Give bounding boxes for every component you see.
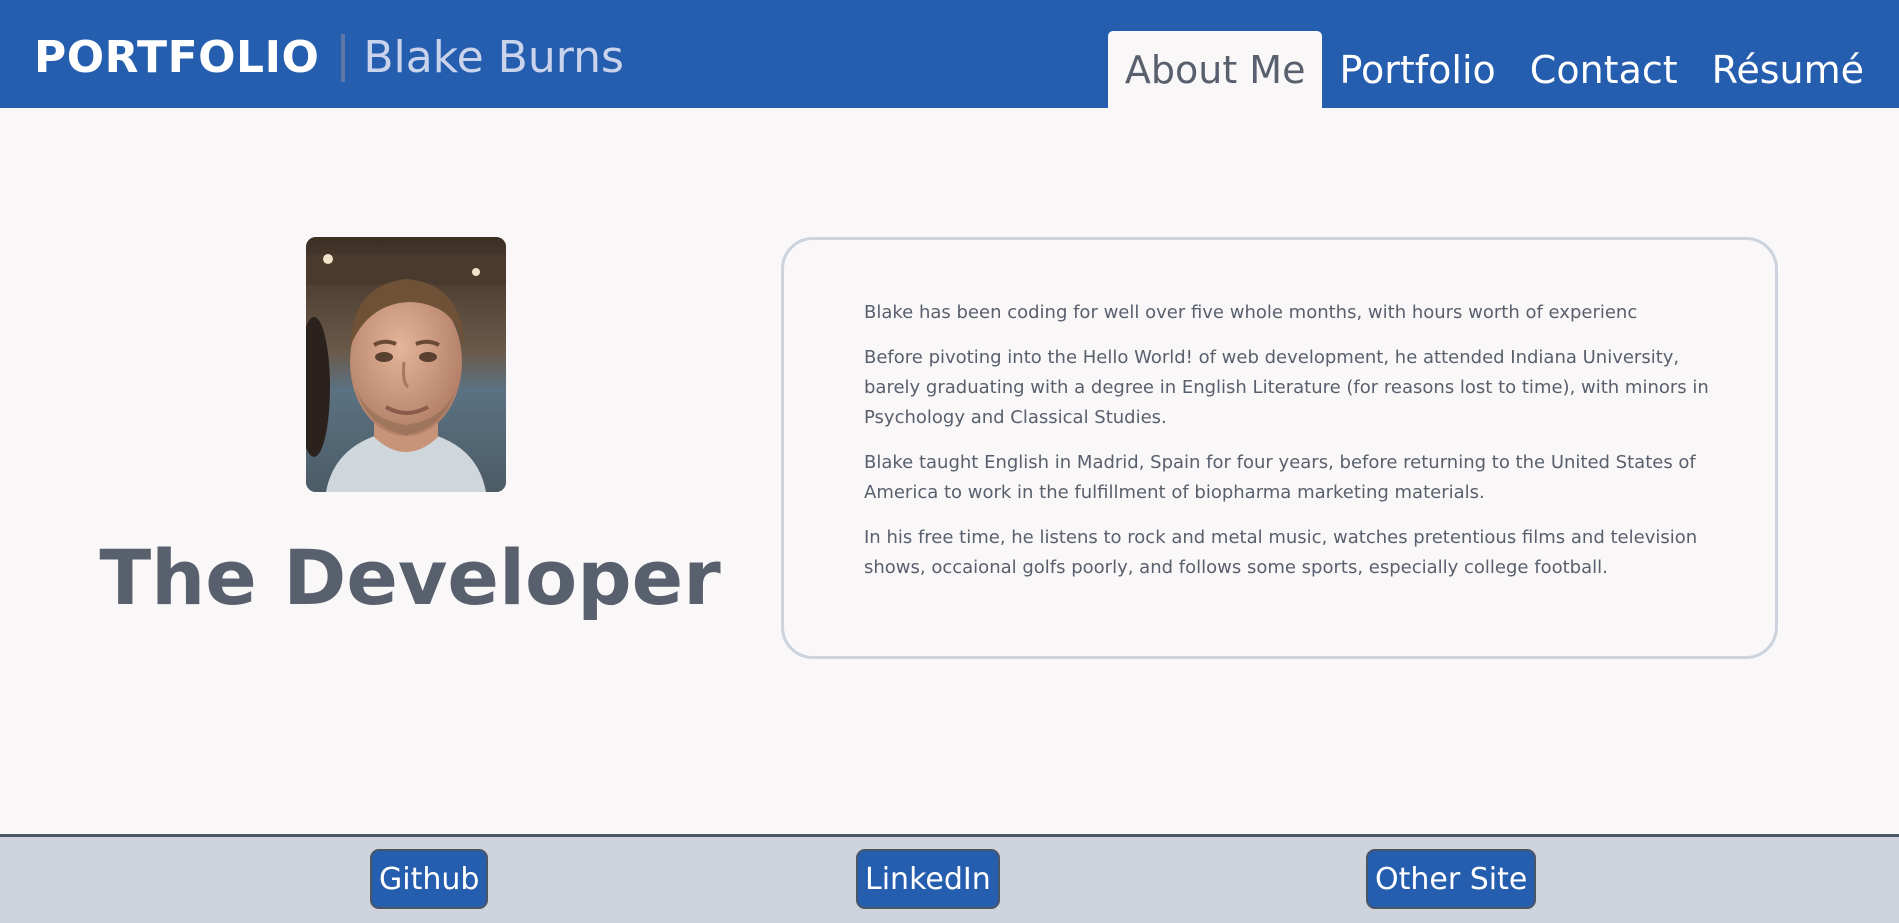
github-button[interactable]: Github [370, 849, 489, 909]
nav-tab-contact[interactable]: Contact [1513, 31, 1695, 108]
about-paragraph-1: Blake has been coding for well over five… [864, 302, 1638, 323]
about-paragraph-4: In his free time, he listens to rock and… [864, 527, 1698, 578]
nav-tab-resume[interactable]: Résumé [1695, 31, 1881, 108]
about-card: Blake has been coding for well over five… [781, 237, 1778, 659]
about-paragraph-3: Blake taught English in Madrid, Spain fo… [864, 452, 1696, 503]
brand-divider [341, 34, 346, 82]
site-title: PORTFOLIO [34, 32, 320, 83]
main-nav: About Me Portfolio Contact Résumé [1107, 31, 1881, 108]
nav-tab-about-me[interactable]: About Me [1107, 31, 1323, 108]
nav-tab-portfolio[interactable]: Portfolio [1322, 31, 1512, 108]
profile-photo-image [306, 237, 506, 492]
other-site-button[interactable]: Other Site [1366, 849, 1537, 909]
page-heading: The Developer [99, 533, 721, 622]
profile-photo [306, 237, 506, 492]
linkedin-button[interactable]: LinkedIn [856, 849, 1000, 909]
site-header: PORTFOLIO Blake Burns About Me Portfolio… [0, 0, 1899, 108]
site-footer: Github LinkedIn Other Site [0, 834, 1899, 923]
owner-name: Blake Burns [363, 32, 624, 83]
brand: PORTFOLIO Blake Burns [34, 28, 624, 88]
about-paragraph-2: Before pivoting into the Hello World! of… [864, 347, 1709, 428]
